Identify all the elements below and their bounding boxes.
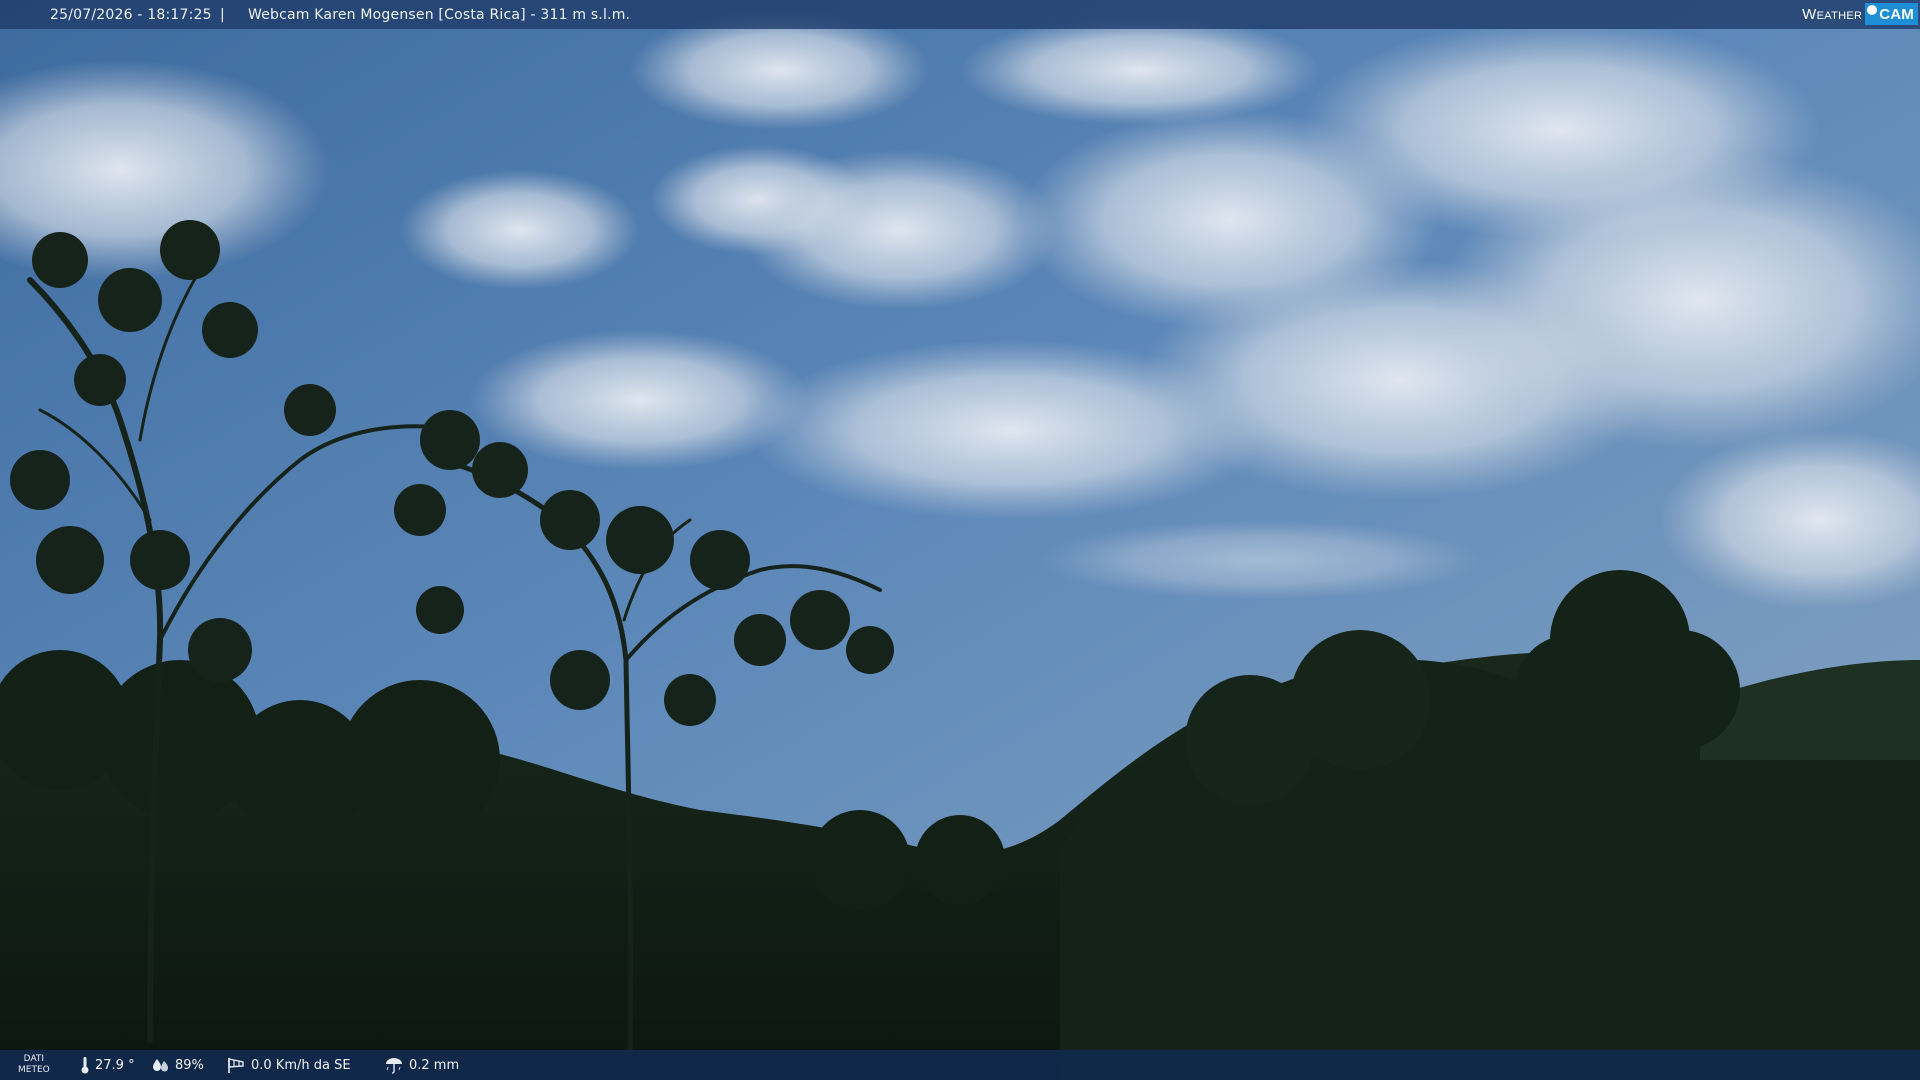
humidity-drop-icon [153,1059,168,1072]
thermometer-icon [81,1057,89,1074]
logo-cam-text: CAM [1879,5,1914,23]
rain-value: 0.2 mm [409,1057,460,1073]
weathercam-logo: Weather CAM [1802,3,1918,25]
humidity-value: 89% [175,1057,204,1073]
windsock-icon [228,1058,244,1073]
separator: | [220,7,225,23]
meteo-label-line2: METEO [18,1065,50,1075]
humidity-reading: 89% [152,1050,204,1080]
logo-dot-icon [1867,5,1878,15]
logo-cam-badge: CAM [1865,3,1918,25]
timestamp: 25/07/2026 - 18:17:25 [50,7,212,23]
temperature-reading: 27.9 ° [80,1050,135,1080]
webcam-frame: 25/07/2026 - 18:17:25 | Webcam Karen Mog… [0,0,1920,1080]
wind-reading: 0.0 Km/h da SE [226,1050,351,1080]
rain-reading: 0.2 mm [384,1050,459,1080]
wind-value: 0.0 Km/h da SE [251,1057,351,1073]
meteo-label: DATI METEO [18,1054,50,1076]
top-info-bar: 25/07/2026 - 18:17:25 | Webcam Karen Mog… [0,0,1920,29]
meteo-label-line1: DATI [23,1054,45,1064]
rain-umbrella-icon [386,1058,402,1074]
meteo-data-bar: DATI METEO 27.9 ° 89% 0.0 Km/h da SE 0.2… [0,1050,1920,1080]
webcam-title: Webcam Karen Mogensen [Costa Rica] - 311… [248,7,631,23]
webcam-image [0,0,1920,1080]
logo-weather-text: Weather [1802,5,1863,23]
temperature-value: 27.9 ° [95,1057,135,1073]
